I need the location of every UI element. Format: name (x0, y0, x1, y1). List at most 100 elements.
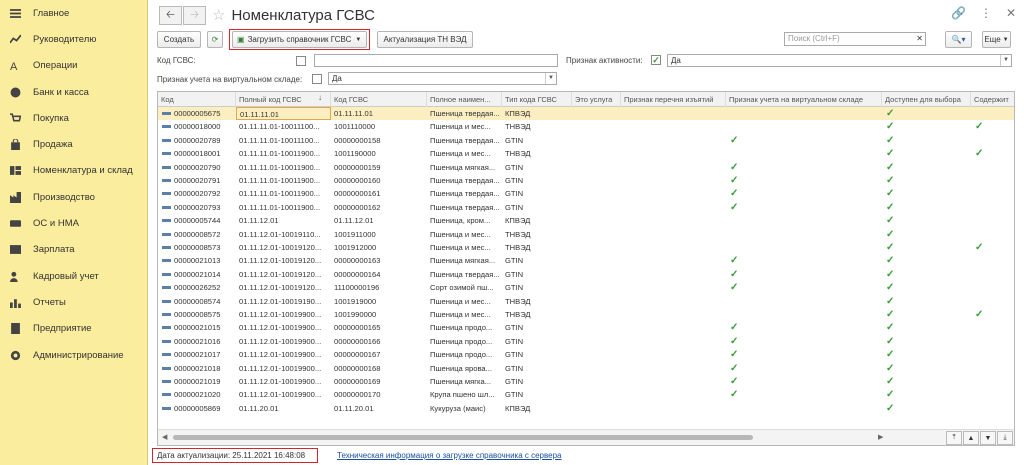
column-header[interactable]: Код ГСВС (331, 92, 427, 107)
search-icon: 🔍▾ (951, 35, 966, 44)
column-header[interactable]: Признак учета на виртуальном складе (726, 92, 882, 107)
cell-type: ТНВЭД (505, 310, 531, 319)
table-row[interactable]: 00000021016 01.11.12.01-10019900... 000000… (158, 335, 1014, 348)
sidebar-item-7[interactable]: Номенклатура и склад (0, 158, 147, 184)
sidebar-item-3[interactable]: A Операции (0, 53, 147, 79)
cell-type: GTIN (505, 162, 524, 172)
sidebar-item-12[interactable]: Отчеты (0, 289, 147, 315)
favorite-star-icon[interactable]: ☆ (212, 6, 225, 24)
cell-type: GTIN (505, 189, 524, 199)
table-row[interactable]: 00000008573 01.11.12.01-10019120... 100191… (158, 241, 1014, 254)
column-header[interactable]: Полный код ГСВС (236, 92, 331, 107)
chevron-down-icon[interactable]: ▼ (545, 73, 556, 84)
table-row[interactable]: 00000021017 01.11.12.01-10019900... 000000… (158, 348, 1014, 361)
sidebar-item-13[interactable]: Предприятие (0, 316, 147, 342)
sidebar-item-1[interactable]: Главное (0, 0, 147, 26)
scroll-bottom-button[interactable]: ⤓ (997, 431, 1013, 445)
sidebar-item-5[interactable]: Покупка (0, 105, 147, 131)
horizontal-scrollbar[interactable]: ◀ ▶ ⤒ ▲ ▼ ⤓ (158, 429, 1014, 445)
sidebar-item-9[interactable]: ОС и НМА (0, 210, 147, 236)
link-icon[interactable]: 🔗 (951, 6, 966, 20)
more-button[interactable]: Еще ▼ (982, 31, 1011, 48)
table-row[interactable]: 00000021020 01.11.12.01-10019900... 000000… (158, 388, 1014, 401)
sidebar-item-6[interactable]: Продажа (0, 131, 147, 157)
cell-full-code: 01.11.12.01-10019110... (239, 229, 321, 239)
column-header[interactable]: Содержит (971, 92, 1014, 107)
scrollbar-thumb[interactable] (173, 435, 753, 440)
table-row[interactable]: 00000020793 01.11.11.01-10011900... 000000… (158, 201, 1014, 214)
table-row[interactable]: 00000018000 01.11.11.01-10011100... 100111… (158, 120, 1014, 133)
scroll-top-button[interactable]: ⤒ (946, 431, 962, 445)
clear-search-icon[interactable]: ✕ (916, 33, 923, 44)
update-tnved-button[interactable]: Актуализация ТН ВЭД (377, 31, 473, 48)
code-gsvs-input[interactable] (314, 54, 558, 67)
table-row[interactable]: 00000020790 01.11.11.01-10011900... 000000… (158, 161, 1014, 174)
table-row[interactable]: 00000021018 01.11.12.01-10019900... 000000… (158, 362, 1014, 375)
table-row[interactable]: 00000021019 01.11.12.01-10019900... 000000… (158, 375, 1014, 388)
cell-full-code: 01.11.12.01-10019900... (239, 350, 322, 360)
column-header[interactable]: Доступен для выбора (882, 92, 971, 107)
column-header[interactable]: Это услуга (572, 92, 621, 107)
check-icon: ✓ (886, 362, 895, 374)
table-row[interactable]: 00000020791 01.11.11.01-10011900... 000000… (158, 174, 1014, 187)
sidebar-item-11[interactable]: Кадровый учет (0, 263, 147, 289)
cell-code: 00000020792 (174, 189, 221, 199)
table-row[interactable]: 00000005675 01.11.11.01 01.11.11.01 Пшеница… (158, 107, 1014, 121)
table-row[interactable]: 00000008574 01.11.12.01-10019190... 100191… (158, 295, 1014, 308)
close-icon[interactable]: ✕ (1006, 6, 1016, 20)
technical-info-link[interactable]: Техническая информация о загрузке справо… (337, 451, 562, 460)
chevron-down-icon[interactable]: ▼ (1000, 55, 1011, 66)
sidebar-item-2[interactable]: Руководителю (0, 26, 147, 52)
svg-text:A: A (10, 61, 18, 71)
virtual-value: Да (332, 74, 342, 83)
code-gsvs-label: Код ГСВС: (157, 56, 196, 65)
search-button[interactable]: 🔍▾ (945, 31, 972, 48)
check-icon: ✓ (886, 201, 895, 213)
table-row[interactable]: 00000021013 01.11.12.01-10019120... 000000… (158, 254, 1014, 267)
back-button[interactable]: 🡠 (159, 5, 182, 25)
table-row[interactable]: 00000021014 01.11.12.01-10019120... 000000… (158, 268, 1014, 281)
forward-button[interactable]: 🡢 (183, 5, 206, 25)
scroll-left-icon[interactable]: ◀ (162, 433, 167, 441)
sidebar-item-14[interactable]: Администрирование (0, 342, 147, 368)
load-directory-button[interactable]: ▣ Загрузить справочник ГСВС ▼ (232, 31, 367, 48)
table-row[interactable]: 00000005869 01.11.20.01 01.11.20.01 Кукуруз… (158, 402, 1014, 415)
cell-name: Пшеница твердая... (430, 109, 500, 118)
create-button[interactable]: Создать (157, 31, 201, 48)
refresh-button[interactable]: ⟳ (207, 31, 223, 48)
table-row[interactable]: 00000020789 01.11.11.01-10011100... 000000… (158, 134, 1014, 147)
table-row[interactable]: 00000008572 01.11.12.01-10019110... 100191… (158, 228, 1014, 241)
sidebar-item-8[interactable]: Производство (0, 184, 147, 210)
cell-type: ТНВЭД (505, 229, 531, 239)
table-row[interactable]: 00000026252 01.11.12.01-10019120... 111000… (158, 281, 1014, 294)
cell-name: Пшеница и мес... (430, 296, 491, 306)
column-header[interactable]: Тип кода ГСВС (502, 92, 572, 107)
cell-type: GTIN (505, 390, 524, 400)
scroll-up-button[interactable]: ▲ (963, 431, 979, 445)
table-row[interactable]: 00000020792 01.11.11.01-10011900... 000000… (158, 187, 1014, 200)
column-header[interactable]: Признак перечня изъятий (621, 92, 726, 107)
cell-gsvs-code: 00000000167 (334, 350, 381, 360)
column-header[interactable]: Полное наимен... (427, 92, 502, 107)
scroll-right-icon[interactable]: ▶ (878, 433, 883, 441)
virtual-select[interactable]: Да ▼ (328, 72, 557, 85)
table-row[interactable]: 00000018001 01.11.11.01-10011900... 100119… (158, 147, 1014, 160)
cell-name: Сорт озимой пш... (430, 283, 494, 293)
sidebar-item-4[interactable]: Банк и касса (0, 79, 147, 105)
sidebar-item-10[interactable]: Зарплата (0, 237, 147, 263)
active-select[interactable]: Да ▼ (667, 54, 1012, 67)
code-gsvs-checkbox[interactable] (296, 56, 306, 66)
more-options-icon[interactable]: ⋮ (980, 6, 992, 20)
check-icon: ✓ (886, 108, 895, 119)
virtual-checkbox[interactable] (312, 74, 322, 84)
cell-full-code: 01.11.11.01-10011900... (239, 189, 321, 199)
search-input[interactable]: Поиск (Ctrl+F) ✕ (784, 32, 926, 46)
column-header[interactable]: Код (158, 92, 236, 107)
table-row[interactable]: 00000008575 01.11.12.01-10019900... 100199… (158, 308, 1014, 321)
table-row[interactable]: 00000021015 01.11.12.01-10019900... 000000… (158, 321, 1014, 334)
bag-icon (9, 138, 22, 151)
table-row[interactable]: 00000005744 01.11.12.01 01.11.12.01 Пшеница… (158, 214, 1014, 227)
active-checkbox[interactable]: ✓ (651, 55, 661, 65)
check-icon: ✓ (886, 121, 895, 133)
scroll-down-button[interactable]: ▼ (980, 431, 996, 445)
